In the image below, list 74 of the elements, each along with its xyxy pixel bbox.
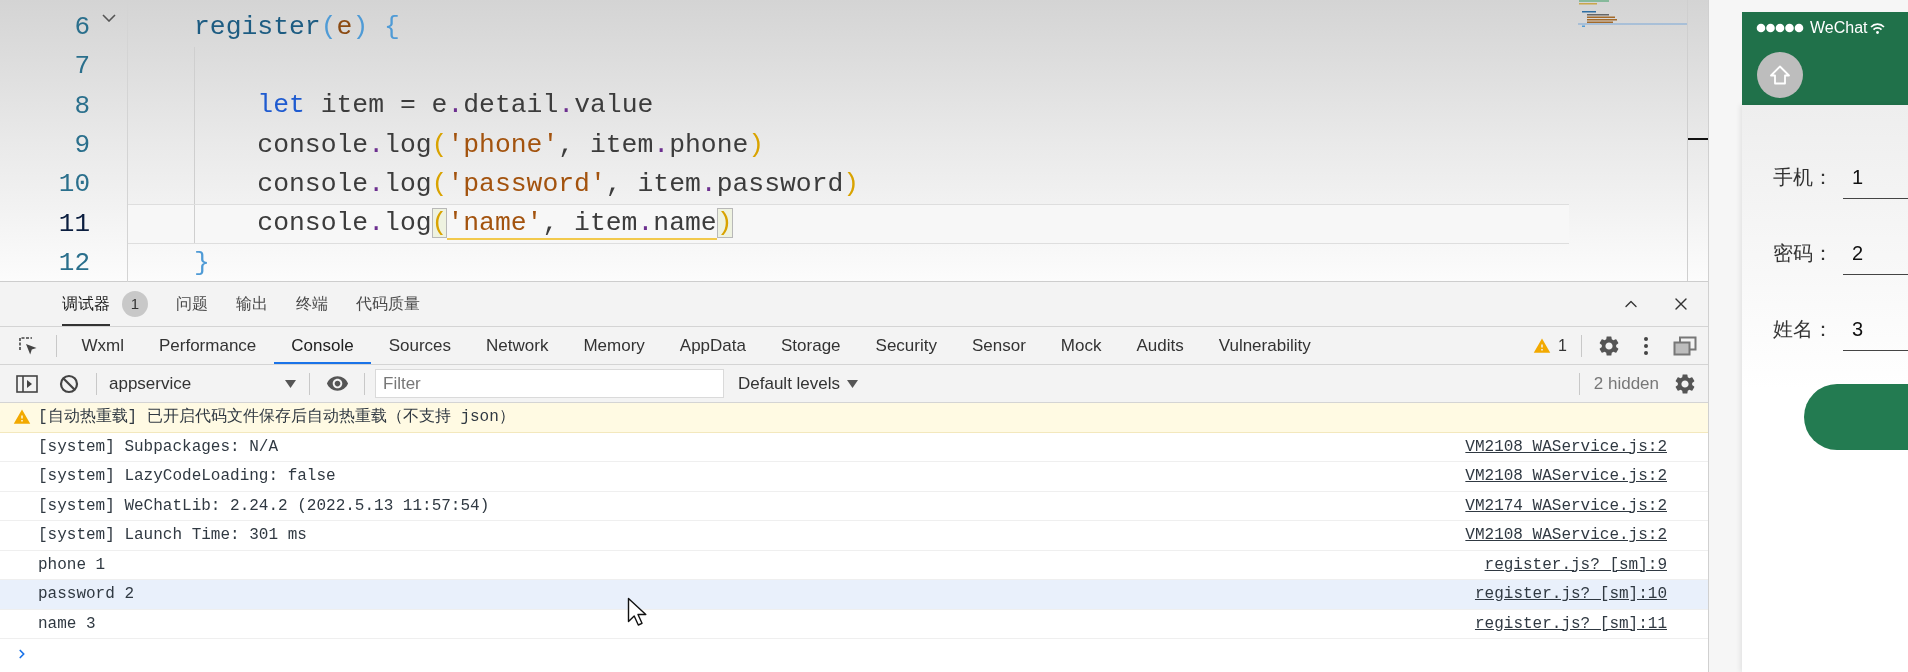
panel-tab[interactable]: 终端 <box>296 282 328 326</box>
console-settings-icon[interactable] <box>1673 371 1697 396</box>
code-line: register(e) { <box>194 10 400 44</box>
input-field[interactable]: 3 <box>1843 307 1908 351</box>
devtools-tab[interactable]: AppData <box>662 327 764 364</box>
filter-input[interactable]: Filter <box>375 369 724 398</box>
count-badge: 1 <box>122 291 148 317</box>
line-number: 9 <box>73 129 90 163</box>
input-field[interactable]: 2 <box>1843 231 1908 275</box>
console-message: [system] LazyCodeLoading: false <box>38 466 336 488</box>
devtools-tab[interactable]: Sources <box>371 327 469 364</box>
devtools-tab[interactable]: Sensor <box>954 327 1044 364</box>
wifi-icon <box>1869 22 1885 34</box>
console-message: [system] Launch Time: 301 ms <box>38 525 307 547</box>
home-button[interactable] <box>1757 51 1803 98</box>
source-link[interactable]: register.js? [sm]:11 <box>1474 611 1667 636</box>
code-line: console.log('password', item.password) <box>257 168 860 202</box>
inspect-icon[interactable] <box>18 335 38 356</box>
caret-icon <box>847 379 859 388</box>
input-field[interactable]: 1 <box>1843 155 1908 199</box>
warning-counter[interactable]: 1 <box>1533 333 1567 358</box>
code-line: } <box>194 246 210 280</box>
console-message: [system] Subpackages: N/A <box>38 436 279 458</box>
more-options-icon[interactable] <box>1644 336 1648 355</box>
devtools-tab[interactable]: Memory <box>565 327 663 364</box>
source-link[interactable]: register.js? [sm]:10 <box>1474 582 1667 607</box>
field-label: 姓名： <box>1773 317 1833 342</box>
code-line: console.log('phone', item.phone) <box>257 128 765 162</box>
carrier-name: WeChat <box>1810 18 1868 38</box>
line-number: 12 <box>57 246 90 280</box>
console-message: name 3 <box>38 613 96 635</box>
line-number: 11 <box>57 207 90 241</box>
code-line: console.log('name', item.name) <box>257 207 733 243</box>
devtools-tab[interactable]: Performance <box>141 327 274 364</box>
panel-tab[interactable]: 代码质量 <box>356 282 420 326</box>
field-label: 密码： <box>1773 241 1833 266</box>
source-link[interactable]: VM2108 WAService.js:2 <box>1465 464 1667 489</box>
source-link[interactable]: register.js? [sm]:9 <box>1484 552 1667 577</box>
sidebar-toggle-icon[interactable] <box>16 374 38 393</box>
devtools-tab[interactable]: Storage <box>763 327 859 364</box>
clear-console-icon[interactable] <box>59 373 79 394</box>
devtools-tab[interactable]: Mock <box>1043 327 1119 364</box>
caret-icon <box>285 379 296 388</box>
field-label: 手机： <box>1773 165 1833 190</box>
line-number: 8 <box>73 89 90 123</box>
devtools-tab[interactable]: Network <box>468 327 566 364</box>
fold-chevron-icon[interactable] <box>102 14 116 22</box>
source-link[interactable]: VM2108 WAService.js:2 <box>1465 434 1667 459</box>
panel-tab[interactable]: 输出 <box>236 282 268 326</box>
warning-icon <box>13 408 31 427</box>
console-message: phone 1 <box>38 554 106 576</box>
hidden-count: 2 hidden <box>1593 372 1659 395</box>
devtools-tab[interactable]: Wxml <box>64 327 142 364</box>
dock-side-icon[interactable] <box>1673 335 1697 356</box>
line-number: 6 <box>73 11 90 45</box>
settings-icon[interactable] <box>1597 333 1621 358</box>
source-link[interactable]: VM2108 WAService.js:2 <box>1465 523 1667 548</box>
source-link[interactable]: VM2174 WAService.js:2 <box>1465 493 1667 518</box>
console-message: [自动热重载] 已开启代码文件保存后自动热重载（不支持 json） <box>38 406 515 429</box>
context-dropdown[interactable]: appservice <box>109 370 296 397</box>
signal-icon <box>1756 23 1804 33</box>
console-message: [system] WeChatLib: 2.24.2 (2022.5.13 11:57:54) <box>38 495 490 517</box>
form-button[interactable] <box>1804 384 1908 450</box>
line-number: 7 <box>73 50 90 84</box>
devtools-tab[interactable]: Vulnerability <box>1201 327 1329 364</box>
devtools-tab[interactable]: Audits <box>1118 327 1202 364</box>
code-line: let item = e.detail.value <box>257 89 654 123</box>
line-number: 10 <box>57 168 90 202</box>
panel-tab[interactable]: 问题 <box>176 282 208 326</box>
home-icon <box>1769 64 1791 85</box>
devtools-tab[interactable]: Security <box>858 327 955 364</box>
levels-dropdown[interactable]: Default levels <box>738 370 859 397</box>
warning-icon <box>1533 336 1552 355</box>
console-message: password 2 <box>38 584 134 606</box>
